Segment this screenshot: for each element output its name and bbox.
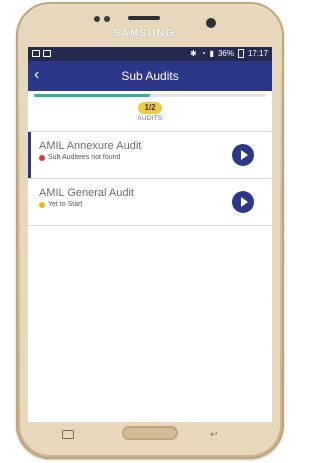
gallery-icon xyxy=(32,50,40,57)
error-status-icon xyxy=(39,154,45,161)
list-item-status: Yet to Start xyxy=(39,201,82,208)
play-icon[interactable] xyxy=(232,144,254,166)
bluetooth-icon: ✱ xyxy=(190,49,197,58)
list-item-title: AMIL Annexure Audit xyxy=(39,140,142,152)
recent-apps-icon[interactable] xyxy=(62,430,74,439)
brand-label: SAMSUNG xyxy=(113,28,175,39)
list-item-title: AMIL General Audit xyxy=(39,187,134,199)
home-button[interactable] xyxy=(122,426,178,440)
signal-icon: ▮ xyxy=(209,49,214,58)
phone-screen: ✱ ◔ ▮ 36% 17:17 ‹ Sub Audits 1/2 AUDITS … xyxy=(28,47,272,422)
sub-audit-list: AMIL Annexure Audit Sub Auditees not fou… xyxy=(28,131,272,226)
sensor-dot xyxy=(94,16,100,22)
audits-count-badge: 1/2 xyxy=(138,102,162,114)
app-bar: ‹ Sub Audits xyxy=(28,61,272,91)
battery-icon xyxy=(237,49,244,58)
list-item[interactable]: AMIL General Audit Yet to Start xyxy=(28,179,272,226)
audit-progress-bar xyxy=(34,94,266,97)
mail-icon xyxy=(43,50,51,57)
list-item-status-text: Sub Auditees not found xyxy=(48,154,121,161)
front-camera xyxy=(206,18,216,28)
status-bar: ✱ ◔ ▮ 36% 17:17 xyxy=(28,47,272,61)
wifi-icon: ◔ xyxy=(200,49,206,58)
list-item-accent xyxy=(28,132,31,178)
page-title: Sub Audits xyxy=(121,69,179,83)
audit-progress-fill xyxy=(34,94,150,97)
list-item[interactable]: AMIL Annexure Audit Sub Auditees not fou… xyxy=(28,132,272,179)
play-icon[interactable] xyxy=(232,191,254,213)
battery-percent: 36% xyxy=(217,49,234,58)
earpiece-speaker xyxy=(128,16,160,20)
sensor-dot xyxy=(104,16,110,22)
list-item-status-text: Yet to Start xyxy=(48,201,83,208)
pending-status-icon xyxy=(39,201,45,208)
back-nav-icon[interactable]: ↩ xyxy=(210,429,218,440)
audits-caption: AUDITS xyxy=(137,116,163,122)
clock: 17:17 xyxy=(247,49,268,58)
list-item-status: Sub Auditees not found xyxy=(39,154,120,161)
